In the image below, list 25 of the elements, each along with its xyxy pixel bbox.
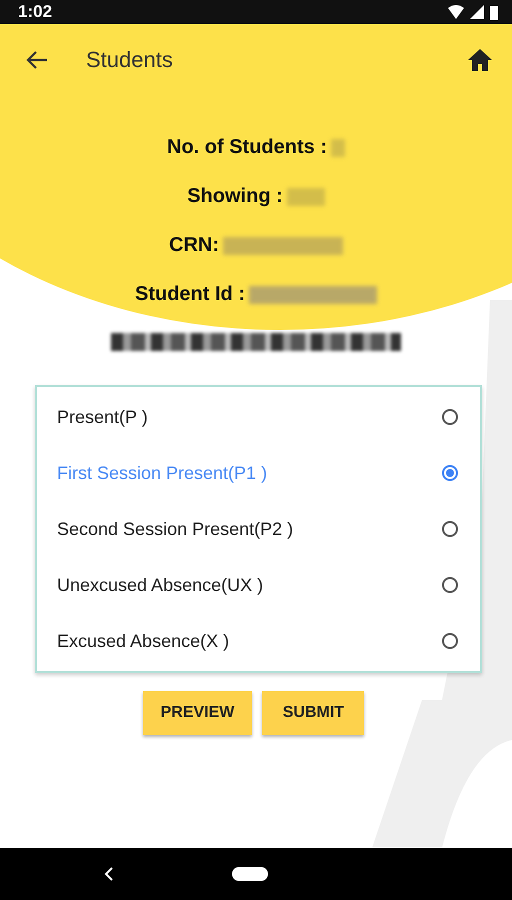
radio-button[interactable] [442, 465, 458, 481]
radio-button[interactable] [442, 521, 458, 537]
option-label[interactable]: Excused Absence(X ) [57, 630, 230, 652]
signal-icon [470, 5, 484, 19]
radio-button[interactable] [442, 633, 458, 649]
screen-title: Students [86, 47, 174, 73]
info-label: CRN: [169, 234, 219, 257]
info-label: Showing : [187, 185, 283, 208]
option-label[interactable]: Present(P ) [57, 406, 148, 428]
preview-button[interactable]: PREVIEW [142, 691, 252, 735]
submit-button[interactable]: SUBMIT [262, 691, 364, 735]
radio-button[interactable] [442, 577, 458, 593]
home-icon[interactable] [468, 49, 492, 71]
info-label: No. of Students : [167, 136, 327, 159]
option-label[interactable]: Unexcused Absence(UX ) [57, 574, 264, 596]
back-arrow-icon[interactable] [26, 50, 48, 70]
back-icon[interactable] [104, 867, 114, 881]
wifi-icon [448, 5, 464, 19]
radio-button[interactable] [442, 409, 458, 425]
option-label[interactable]: Second Session Present(P2 ) [57, 518, 294, 540]
status-time: 1:02 [18, 2, 52, 22]
battery-icon [490, 4, 498, 20]
info-label: Student Id : [135, 283, 245, 306]
blurred-value [286, 188, 325, 206]
home-pill-icon[interactable] [232, 867, 268, 881]
